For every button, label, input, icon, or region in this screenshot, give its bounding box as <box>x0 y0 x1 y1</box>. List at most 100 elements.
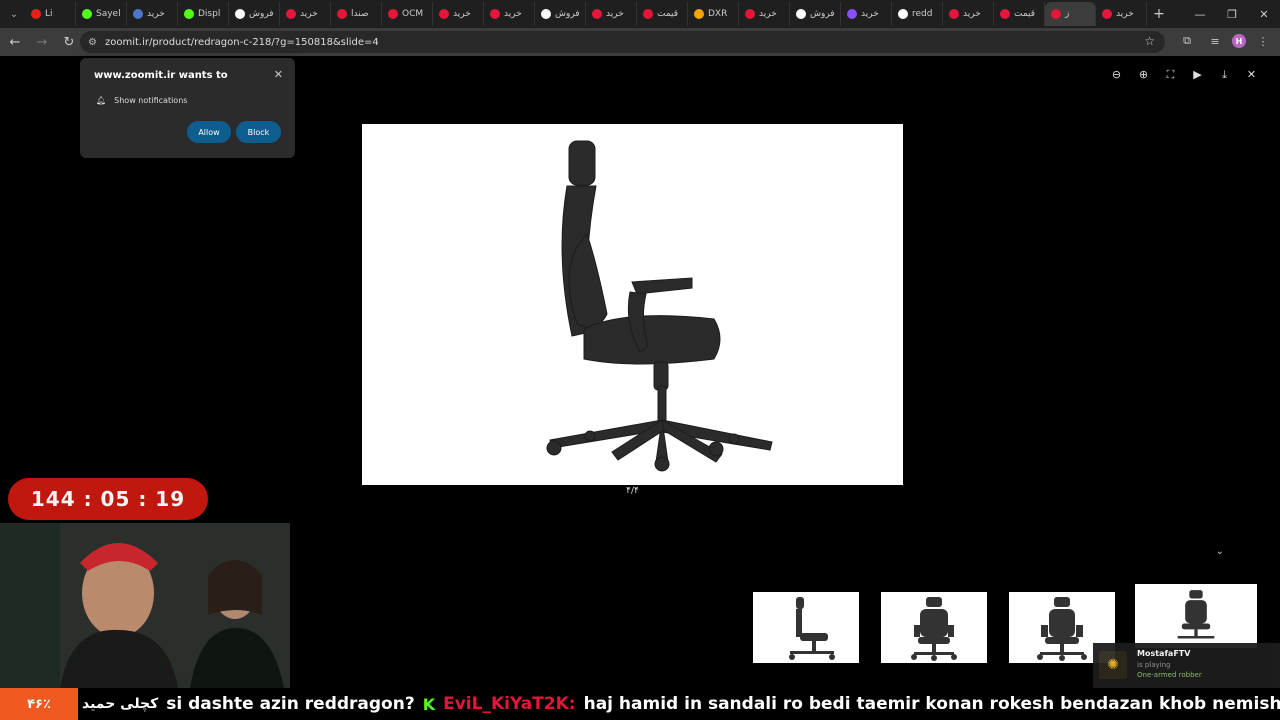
browser-tab[interactable]: خرید <box>841 2 892 26</box>
fullscreen-icon[interactable]: ⛶ <box>1162 66 1179 83</box>
block-button[interactable]: Block <box>236 121 281 143</box>
browser-tab[interactable]: قیمت <box>637 2 688 26</box>
browser-tab[interactable]: خرید <box>433 2 484 26</box>
allow-button[interactable]: Allow <box>187 121 231 143</box>
tab-favicon-icon <box>31 9 41 19</box>
close-icon[interactable]: ✕ <box>1243 66 1260 83</box>
minimize-icon[interactable]: — <box>1184 0 1216 28</box>
webcam-image <box>0 523 290 688</box>
browser-tab[interactable]: خرید <box>484 2 535 26</box>
popup-close-icon[interactable]: ✕ <box>274 68 283 81</box>
browser-tab[interactable]: Li <box>25 2 76 26</box>
zoom-in-icon[interactable]: ⊕ <box>1135 66 1152 83</box>
tab-label: خرید <box>963 9 981 19</box>
browser-tab[interactable]: redd <box>892 2 943 26</box>
browser-tab[interactable]: خرید <box>127 2 178 26</box>
tab-label: فروش <box>555 9 580 19</box>
tab-label: خرید <box>606 9 624 19</box>
bell-icon: 🔔︎ <box>96 96 107 105</box>
restore-icon[interactable]: ❐ <box>1216 0 1248 28</box>
tab-favicon-icon <box>796 9 806 19</box>
thumbnail-1[interactable] <box>753 592 859 663</box>
reload-icon[interactable]: ↻ <box>57 30 81 54</box>
browser-tab[interactable]: خرید <box>280 2 331 26</box>
tab-label: فروش <box>249 9 274 19</box>
thumbnail-2[interactable] <box>881 592 987 663</box>
thumbnails-toggle-icon[interactable]: ⌄ <box>1216 546 1224 557</box>
tab-label: فروش <box>810 9 835 19</box>
browser-tab[interactable]: Sayel <box>76 2 127 26</box>
chair-side-thumbnail <box>789 596 835 660</box>
browser-tab[interactable]: خرید <box>1096 2 1147 26</box>
kick-logo-icon: K <box>422 694 436 714</box>
bookmark-star-icon[interactable]: ☆ <box>1144 34 1155 48</box>
notification-username: MostafaFTV <box>1137 649 1191 658</box>
tab-label: Sayel <box>96 9 121 19</box>
office-chair-image <box>362 124 903 485</box>
play-icon[interactable]: ▶ <box>1189 66 1206 83</box>
browser-tab[interactable]: قیمت <box>994 2 1045 26</box>
tab-favicon-icon <box>694 9 704 19</box>
new-tab-button[interactable]: + <box>1147 6 1171 22</box>
tab-list: Li Sayel خرید Displ فروش خرید صندا OCM خرید خرید ف… <box>25 0 1147 28</box>
tab-label: OCM <box>402 9 424 19</box>
ticker-messages: کچلی حمید si dashte azin reddragon? K Ev… <box>82 688 1280 720</box>
ticker-label: کچلی حمید <box>82 696 159 712</box>
tab-favicon-icon <box>541 9 551 19</box>
browser-tab[interactable]: OCM <box>382 2 433 26</box>
notification-status: is playing <box>1137 661 1171 669</box>
tab-search-chevron-icon[interactable]: ⌄ <box>3 3 25 25</box>
browser-tab[interactable]: فروش <box>790 2 841 26</box>
tab-favicon-icon <box>286 9 296 19</box>
browser-tab[interactable]: DXR <box>688 2 739 26</box>
chair-angle-thumbnail <box>1037 596 1087 661</box>
menu-icon[interactable]: ⋮ <box>1252 30 1274 52</box>
browser-tab[interactable]: ز <box>1045 2 1096 26</box>
webcam-overlay <box>0 523 290 688</box>
tab-favicon-icon <box>592 9 602 19</box>
notification-game: One-armed robber <box>1137 671 1202 679</box>
tab-label: قیمت <box>657 9 679 19</box>
browser-tab[interactable]: فروش <box>229 2 280 26</box>
browser-tab[interactable]: خرید <box>943 2 994 26</box>
forward-icon[interactable]: → <box>30 30 54 54</box>
download-icon[interactable]: ⤓ <box>1216 66 1233 83</box>
stream-timer: 144 : 05 : 19 <box>8 478 208 520</box>
site-info-icon[interactable]: ⚙ <box>88 37 97 48</box>
url-text: zoomit.ir/product/redragon-c-218/?g=1508… <box>104 36 379 48</box>
browser-tab[interactable]: خرید <box>739 2 790 26</box>
close-window-icon[interactable]: ✕ <box>1248 0 1280 28</box>
tab-label: خرید <box>759 9 777 19</box>
back-icon[interactable]: ← <box>3 30 27 54</box>
thumbnail-4-selected[interactable] <box>1135 584 1257 648</box>
follow-notification: ✺ MostafaFTV is playing One-armed robber <box>1093 643 1280 688</box>
address-bar[interactable]: ⚙ zoomit.ir/product/redragon-c-218/?g=15… <box>80 31 1165 53</box>
tab-favicon-icon <box>184 9 194 19</box>
tab-label: خرید <box>504 9 522 19</box>
browser-tab[interactable]: Displ <box>178 2 229 26</box>
tab-favicon-icon <box>949 9 959 19</box>
tab-favicon-icon <box>1051 9 1061 19</box>
tab-label: خرید <box>147 9 165 19</box>
tab-label: خرید <box>1116 9 1134 19</box>
tab-label: redd <box>912 9 933 19</box>
tab-label: قیمت <box>1014 9 1036 19</box>
browser-tab[interactable]: صندا <box>331 2 382 26</box>
tab-favicon-icon <box>388 9 398 19</box>
window-controls: — ❐ ✕ <box>1184 0 1280 28</box>
zoom-out-icon[interactable]: ⊖ <box>1108 66 1125 83</box>
tab-label: صندا <box>351 9 369 19</box>
media-control-icon[interactable]: ≡ <box>1204 30 1226 52</box>
lightbox-toolbar: ⊖ ⊕ ⛶ ▶ ⤓ ✕ <box>1108 66 1260 83</box>
profile-avatar[interactable]: H <box>1232 34 1246 48</box>
tab-favicon-icon <box>1000 9 1010 19</box>
browser-tab[interactable]: خرید <box>586 2 637 26</box>
tab-favicon-icon <box>133 9 143 19</box>
tab-label: Li <box>45 9 53 19</box>
tab-favicon-icon <box>82 9 92 19</box>
browser-tab[interactable]: فروش <box>535 2 586 26</box>
extensions-icon[interactable]: ⧉ <box>1176 30 1198 52</box>
ticker-percent: ۴۶٪ <box>0 688 78 720</box>
tab-favicon-icon <box>1102 9 1112 19</box>
tab-favicon-icon <box>490 9 500 19</box>
